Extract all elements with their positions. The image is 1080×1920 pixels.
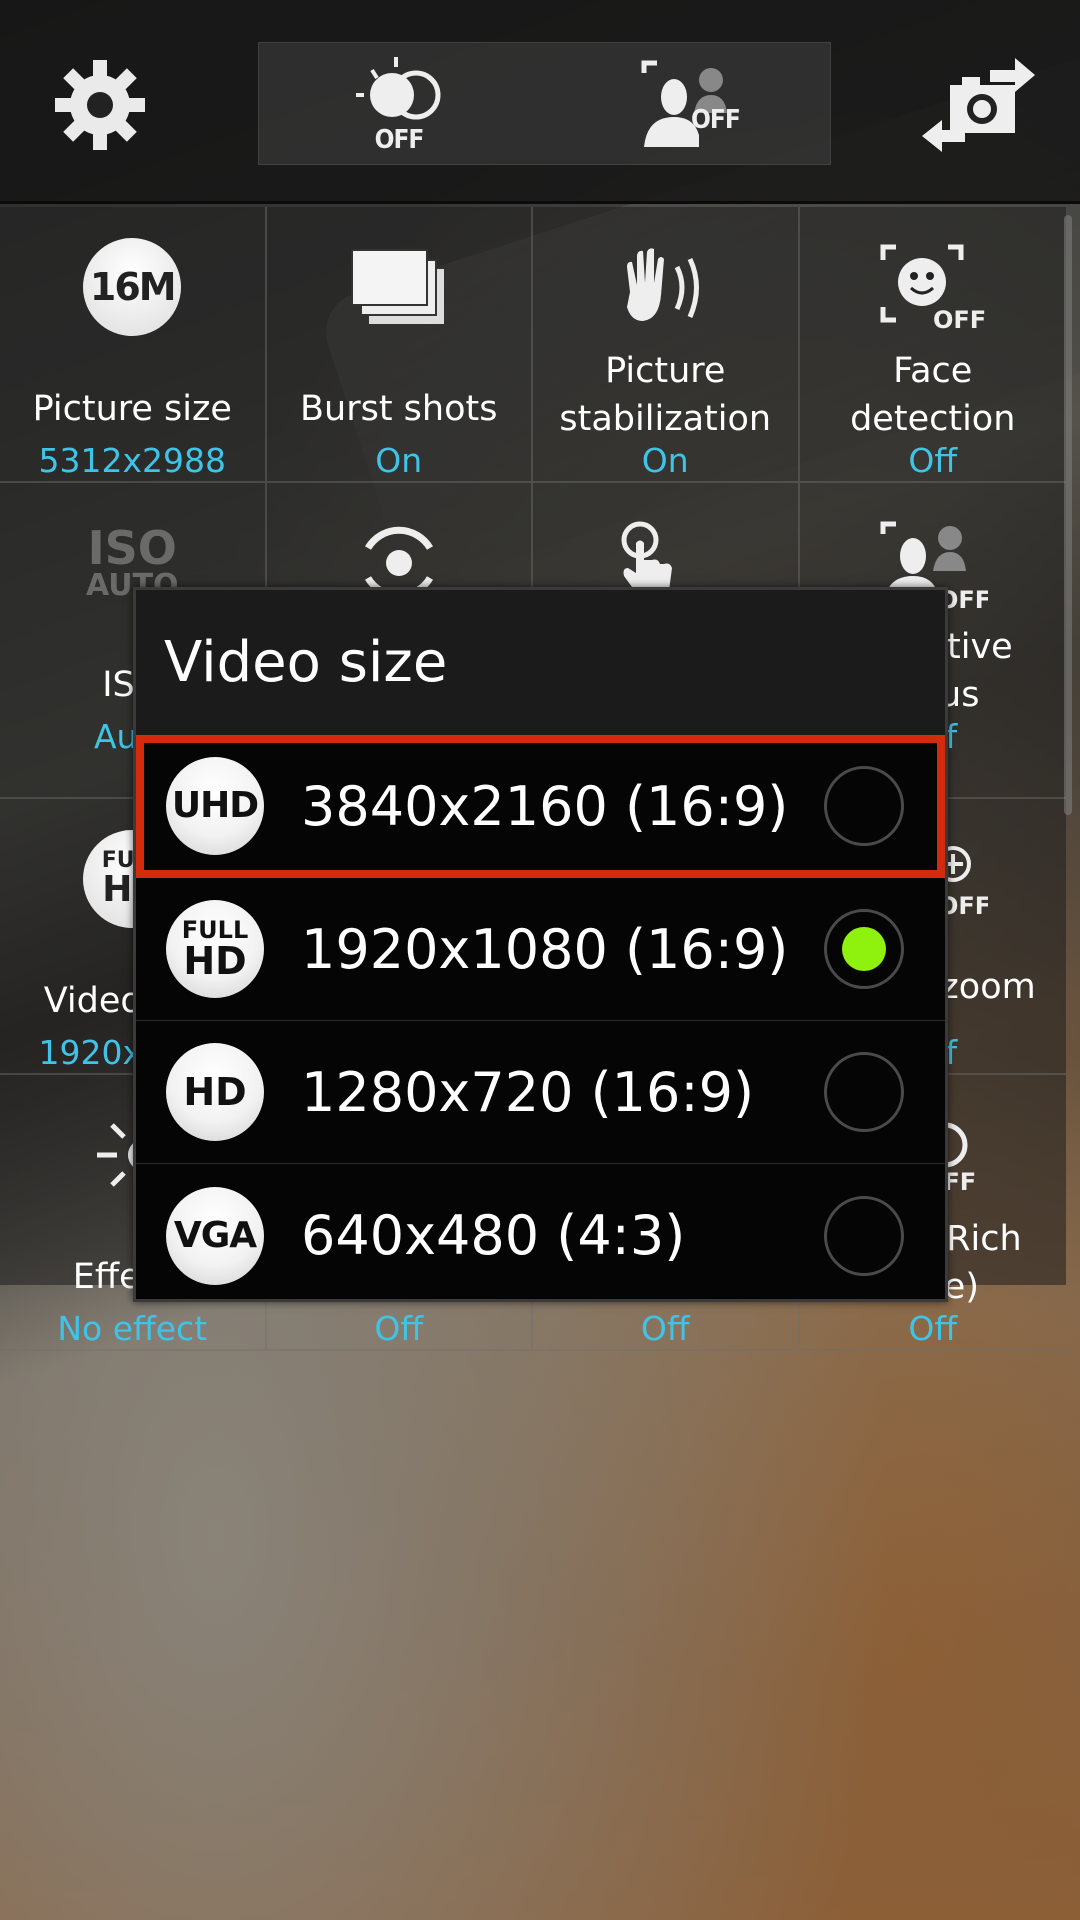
video-size-dialog: Video size UHD 3840x2160 (16:9) FULL HD … xyxy=(133,587,948,1302)
badge-text: HD xyxy=(183,1070,247,1114)
setting-value: Off xyxy=(908,441,958,480)
hd-badge-icon: HD xyxy=(166,1043,264,1141)
grid-scrollbar[interactable] xyxy=(1064,215,1072,815)
option-radio[interactable] xyxy=(824,1195,904,1276)
setting-value: 5312x2988 xyxy=(38,441,227,480)
setting-picture-size[interactable]: 16M Picture size 5312x2988 xyxy=(0,207,267,483)
setting-picture-stabilization[interactable]: Picture stabilization On xyxy=(533,207,800,483)
option-radio-selected[interactable] xyxy=(824,909,904,989)
option-label: 1280x720 (16:9) xyxy=(301,1060,755,1124)
uhd-badge-icon: UHD xyxy=(166,757,264,855)
option-full-hd[interactable]: FULL HD 1920x1080 (16:9) xyxy=(136,878,945,1021)
setting-label: Picture size xyxy=(32,389,232,429)
full-hd-badge-icon: FULL HD xyxy=(166,900,264,998)
picture-size-icon-text: 16M xyxy=(89,265,177,309)
setting-label: Face detection xyxy=(850,351,1016,439)
hdr-state: OFF xyxy=(374,124,425,155)
switch-camera-button[interactable] xyxy=(915,40,1045,170)
face-detection-icon: OFF xyxy=(880,244,986,332)
setting-value: Off xyxy=(908,1309,958,1348)
selective-focus-state: OFF xyxy=(691,105,741,135)
iso-icon-text: ISO xyxy=(87,521,177,575)
option-label: 1920x1080 (16:9) xyxy=(301,917,789,981)
vga-badge-icon: VGA xyxy=(166,1186,264,1285)
option-radio[interactable] xyxy=(824,766,904,846)
setting-value: No effect xyxy=(57,1309,208,1348)
option-label: 640x480 (4:3) xyxy=(301,1204,686,1267)
camera-top-bar: OFF OFF xyxy=(0,0,1080,204)
switch-camera-icon xyxy=(922,58,1035,152)
setting-label: Picture stabilization xyxy=(559,351,772,439)
selected-dot xyxy=(842,927,886,971)
option-vga[interactable]: VGA 640x480 (4:3) xyxy=(136,1164,945,1307)
setting-value: Off xyxy=(640,1309,690,1348)
option-hd[interactable]: HD 1280x720 (16:9) xyxy=(136,1021,945,1164)
option-uhd[interactable]: UHD 3840x2160 (16:9) xyxy=(136,735,945,878)
picture-size-icon: 16M xyxy=(83,238,182,336)
hdr-toggle-button[interactable]: OFF xyxy=(334,43,464,166)
setting-value: On xyxy=(641,441,689,480)
hdr-rich-tone-icon xyxy=(356,56,441,119)
burst-shots-icon xyxy=(350,249,444,324)
option-label: 3840x2160 (16:9) xyxy=(301,774,789,838)
badge-text: VGA xyxy=(173,1214,257,1256)
quick-settings-group: OFF OFF xyxy=(258,42,831,165)
setting-face-detection[interactable]: OFF Face detection Off xyxy=(799,207,1066,483)
setting-value: On xyxy=(375,441,423,480)
option-radio[interactable] xyxy=(824,1052,904,1132)
selective-focus-toggle-button[interactable]: OFF xyxy=(629,43,759,166)
setting-value: Off xyxy=(374,1309,424,1348)
gear-icon xyxy=(55,60,145,150)
setting-burst-shots[interactable]: Burst shots On xyxy=(266,207,533,483)
setting-label: Burst shots xyxy=(300,389,498,429)
dialog-title: Video size xyxy=(136,590,945,735)
badge-text: UHD xyxy=(171,785,259,826)
badge-text-bottom: HD xyxy=(183,939,247,983)
svg-text:OFF: OFF xyxy=(933,306,986,332)
settings-button[interactable] xyxy=(35,40,165,170)
picture-stabilization-icon xyxy=(627,248,700,321)
